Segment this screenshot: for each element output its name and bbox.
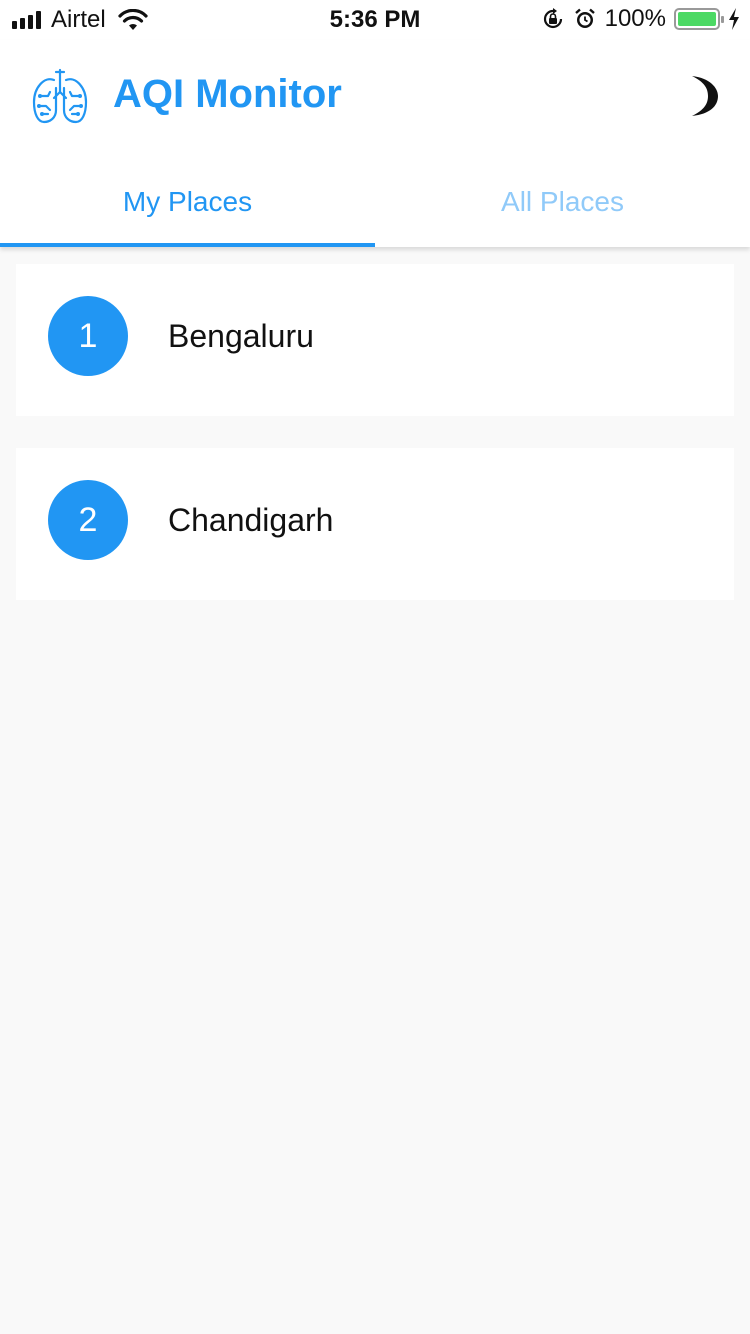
tab-all-places[interactable]: All Places — [375, 157, 750, 247]
moon-icon[interactable] — [680, 74, 720, 118]
battery-cap — [721, 16, 724, 23]
battery-percent: 100% — [604, 5, 666, 32]
tab-my-places[interactable]: My Places — [0, 157, 375, 247]
status-right: 100% — [541, 5, 740, 33]
lungs-icon — [32, 68, 88, 124]
active-tab-indicator — [0, 243, 375, 247]
tab-label: All Places — [501, 186, 624, 217]
app-bar: AQI Monitor My Places All Places — [0, 40, 750, 247]
tab-label: My Places — [122, 186, 253, 217]
tab-bar: My Places All Places — [0, 157, 750, 247]
alarm-icon — [574, 8, 595, 28]
list-item[interactable]: 2 Chandigarh — [16, 448, 734, 600]
battery-icon — [674, 8, 724, 30]
rotation-lock-icon — [543, 8, 562, 29]
screen: Airtel 5:36 PM 100% AQI Monitor My Place… — [0, 0, 750, 1334]
place-name: Bengaluru — [168, 318, 314, 354]
app-title: AQI Monitor — [113, 72, 342, 116]
battery-fill — [678, 12, 716, 26]
list-item[interactable]: 1 Bengaluru — [16, 264, 734, 416]
charging-bolt-icon — [729, 8, 739, 30]
place-number-badge: 1 — [48, 296, 128, 376]
place-number-badge: 2 — [48, 480, 128, 560]
status-bar: Airtel 5:36 PM 100% — [0, 0, 750, 40]
place-name: Chandigarh — [168, 502, 334, 538]
places-list: 1 Bengaluru 2 Chandigarh — [16, 264, 734, 632]
